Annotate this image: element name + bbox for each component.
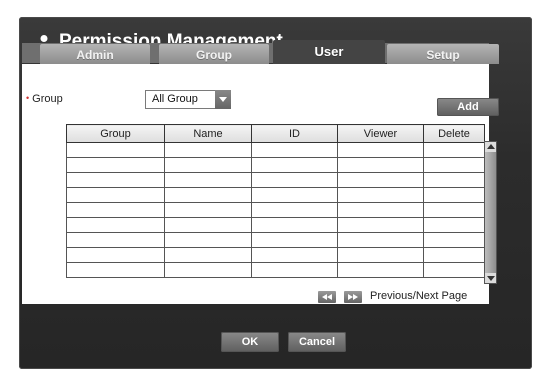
tab-user[interactable]: User bbox=[273, 40, 385, 65]
table-cell bbox=[164, 262, 252, 278]
table-cell bbox=[66, 217, 165, 233]
table-cell bbox=[423, 172, 485, 188]
table-cell bbox=[164, 232, 252, 248]
table-row[interactable] bbox=[66, 187, 485, 203]
table-cell bbox=[423, 217, 485, 233]
bullet-icon: • bbox=[26, 93, 30, 103]
table-cell bbox=[251, 157, 338, 173]
tab-user-label: User bbox=[314, 44, 344, 59]
pagination-label: Previous/Next Page bbox=[370, 290, 468, 302]
table-cell bbox=[423, 187, 485, 203]
table-cell bbox=[337, 157, 424, 173]
table-cell bbox=[164, 142, 252, 158]
table-cell bbox=[337, 142, 424, 158]
table-cell bbox=[251, 247, 338, 263]
table-cell bbox=[337, 217, 424, 233]
table-scrollbar[interactable] bbox=[484, 141, 497, 284]
table-cell bbox=[66, 247, 165, 263]
fast-forward-icon bbox=[348, 294, 358, 300]
table-cell bbox=[251, 142, 338, 158]
table-row[interactable] bbox=[66, 217, 485, 233]
group-select[interactable]: All Group bbox=[145, 90, 231, 109]
column-header-id[interactable]: ID bbox=[251, 124, 338, 143]
table-cell bbox=[164, 247, 252, 263]
table-row[interactable] bbox=[66, 247, 485, 263]
table-cell bbox=[251, 232, 338, 248]
table-row[interactable] bbox=[66, 157, 485, 173]
table-row[interactable] bbox=[66, 172, 485, 188]
table-cell bbox=[423, 157, 485, 173]
table-row[interactable] bbox=[66, 262, 485, 278]
column-header-delete[interactable]: Delete bbox=[423, 124, 485, 143]
tab-setup[interactable]: Setup bbox=[387, 44, 499, 64]
column-header-group[interactable]: Group bbox=[66, 124, 165, 143]
table-cell bbox=[337, 172, 424, 188]
table-cell bbox=[164, 157, 252, 173]
table-cell bbox=[337, 262, 424, 278]
table-row[interactable] bbox=[66, 202, 485, 218]
tab-group-label: Group bbox=[196, 48, 232, 62]
table-cell bbox=[251, 172, 338, 188]
cancel-button[interactable]: Cancel bbox=[288, 332, 346, 352]
table-cell bbox=[337, 247, 424, 263]
table-cell bbox=[337, 187, 424, 203]
table-cell bbox=[66, 157, 165, 173]
table-cell bbox=[164, 172, 252, 188]
scroll-thumb[interactable] bbox=[485, 152, 496, 273]
user-table: Group Name ID Viewer Delete bbox=[66, 124, 485, 278]
table-cell bbox=[164, 187, 252, 203]
table-cell bbox=[66, 232, 165, 248]
table-cell bbox=[423, 142, 485, 158]
add-button[interactable]: Add bbox=[437, 98, 499, 116]
table-cell bbox=[66, 142, 165, 158]
table-cell bbox=[164, 202, 252, 218]
table-row[interactable] bbox=[66, 232, 485, 248]
table-cell bbox=[66, 187, 165, 203]
table-cell bbox=[66, 262, 165, 278]
table-cell bbox=[66, 202, 165, 218]
rewind-icon bbox=[322, 294, 332, 300]
table-cell bbox=[251, 262, 338, 278]
scroll-down-icon[interactable] bbox=[485, 273, 496, 283]
tab-admin[interactable]: Admin bbox=[40, 44, 150, 64]
table-cell bbox=[251, 187, 338, 203]
table-cell bbox=[66, 172, 165, 188]
column-header-viewer[interactable]: Viewer bbox=[337, 124, 424, 143]
group-select-value: All Group bbox=[152, 93, 198, 105]
next-page-button[interactable] bbox=[344, 291, 362, 303]
tab-group[interactable]: Group bbox=[159, 44, 269, 64]
previous-page-button[interactable] bbox=[318, 291, 336, 303]
scroll-up-icon[interactable] bbox=[485, 142, 496, 152]
table-cell bbox=[423, 202, 485, 218]
table-cell bbox=[337, 232, 424, 248]
table-cell bbox=[251, 217, 338, 233]
group-filter-label-text: Group bbox=[32, 93, 63, 105]
table-cell bbox=[423, 247, 485, 263]
table-cell bbox=[423, 232, 485, 248]
tab-setup-label: Setup bbox=[426, 48, 460, 62]
table-header-row: Group Name ID Viewer Delete bbox=[66, 124, 485, 143]
table-cell bbox=[251, 202, 338, 218]
table-row[interactable] bbox=[66, 142, 485, 158]
table-cell bbox=[337, 202, 424, 218]
dropdown-arrow-icon[interactable] bbox=[215, 90, 231, 109]
group-filter-label: • Group bbox=[26, 93, 63, 105]
ok-button[interactable]: OK bbox=[221, 332, 279, 352]
column-header-name[interactable]: Name bbox=[164, 124, 252, 143]
tab-admin-label: Admin bbox=[76, 48, 114, 62]
table-cell bbox=[164, 217, 252, 233]
table-cell bbox=[423, 262, 485, 278]
